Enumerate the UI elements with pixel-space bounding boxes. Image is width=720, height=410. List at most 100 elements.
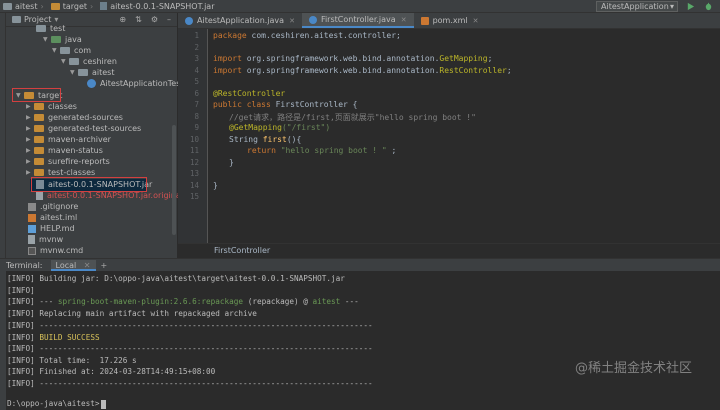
line-number: 9 — [194, 123, 199, 132]
tab-firstcontroller[interactable]: FirstController.java ✕ — [301, 13, 414, 28]
tree-item-label: java — [65, 35, 82, 44]
code-line-3: import org.springframework.web.bind.anno… — [213, 54, 493, 63]
tree-item-ceshiren[interactable]: ▼ ceshiren — [61, 56, 117, 67]
expand-arrow-icon[interactable]: ▶ — [26, 123, 34, 134]
code-line-10: String first(){ — [229, 135, 302, 144]
folder-icon — [34, 103, 44, 110]
gear-icon[interactable]: ⚙ — [151, 15, 158, 24]
tab-aitestapplication[interactable]: AitestApplication.java ✕ — [178, 13, 302, 28]
expand-arrow-icon[interactable]: ▶ — [26, 112, 34, 123]
test-class-icon — [87, 79, 96, 88]
tree-item-generated-sources[interactable]: ▶ generated-sources — [26, 112, 123, 123]
terminal-prompt[interactable]: D:\oppo-java\aitest> — [7, 399, 106, 409]
tree-item-test[interactable]: test — [36, 23, 65, 34]
line-number: 3 — [194, 54, 199, 63]
close-icon[interactable]: ✕ — [84, 261, 91, 270]
tree-item-com[interactable]: ▼ com — [52, 45, 91, 56]
expand-arrow-icon[interactable]: ▼ — [52, 45, 60, 56]
file-icon — [28, 235, 35, 244]
expand-arrow-icon[interactable]: ▶ — [26, 101, 34, 112]
tree-item-classes[interactable]: ▶ classes — [26, 101, 77, 112]
tree-item-label: mvnw — [39, 235, 64, 244]
tree-item-maven-status[interactable]: ▶ maven-status — [26, 145, 103, 156]
terminal-tool-stripe — [0, 271, 6, 410]
terminal-header: Terminal: Local ✕ + — [0, 258, 720, 271]
tree-item-surefire-reports[interactable]: ▶ surefire-reports — [26, 156, 110, 167]
folder-icon — [69, 58, 79, 65]
tree-item-label: generated-sources — [48, 113, 123, 122]
line-number: 2 — [194, 43, 199, 52]
editor-breadcrumb[interactable]: FirstController — [178, 243, 720, 257]
crumb-jar-label: aitest-0.0.1-SNAPSHOT.jar — [110, 1, 215, 11]
expand-arrow-icon[interactable]: ▶ — [26, 134, 34, 145]
terminal-line: [INFO] --- spring-boot-maven-plugin:2.6.… — [7, 297, 359, 306]
md-icon — [28, 224, 36, 233]
terminal-tab-local[interactable]: Local ✕ — [50, 259, 96, 271]
expand-arrow-icon[interactable]: ▼ — [43, 34, 51, 45]
crumb-jar[interactable]: aitest-0.0.1-SNAPSHOT.jar — [100, 1, 215, 11]
target-icon[interactable]: ⊕ — [119, 15, 126, 24]
expand-arrow-icon[interactable]: ▶ — [26, 145, 34, 156]
tree-item-generated-test-sources[interactable]: ▶ generated-test-sources — [26, 123, 141, 134]
close-icon[interactable]: ✕ — [473, 17, 479, 25]
close-icon[interactable]: ✕ — [289, 17, 295, 25]
code-line-1: package com.ceshiren.aitest.controller; — [213, 31, 401, 40]
editor-tabs: AitestApplication.java ✕ FirstController… — [178, 13, 720, 29]
folder-icon — [3, 2, 12, 10]
tree-item-aitestapplicationtest[interactable]: AitestApplicationTest — [87, 78, 184, 89]
debug-icon[interactable] — [704, 2, 713, 11]
code-line-7: public class FirstController { — [213, 100, 358, 109]
terminal-line: [INFO] Total time: 17.226 s — [7, 356, 137, 365]
close-icon[interactable]: ✕ — [401, 16, 407, 24]
folder-icon — [34, 169, 44, 176]
terminal-line: [INFO] BUILD SUCCESS — [7, 333, 100, 342]
folder-icon — [34, 147, 44, 154]
line-number: 11 — [189, 146, 199, 155]
line-number: 4 — [194, 66, 199, 75]
tree-item-label: test — [50, 24, 66, 33]
code-editor[interactable]: package com.ceshiren.aitest.controller; … — [209, 29, 720, 243]
expand-arrow-icon[interactable]: ▼ — [61, 56, 69, 67]
java-class-icon — [185, 16, 193, 25]
jar-icon — [100, 2, 108, 10]
tree-item-java[interactable]: ▼ java — [43, 34, 82, 45]
tree-item-maven-archiver[interactable]: ▶ maven-archiver — [26, 134, 111, 145]
tree-item-aitest[interactable]: ▼ aitest — [70, 67, 115, 78]
terminal-title: Terminal: — [6, 260, 43, 270]
highlight-box-target — [12, 88, 61, 102]
expand-arrow-icon[interactable]: ▶ — [26, 156, 34, 167]
hide-icon[interactable]: – — [167, 15, 171, 24]
tree-item-label: maven-archiver — [48, 135, 111, 144]
line-number-gutter: 1 2 3 4 5 6 7 8 9 10 11 12 13 14 15 — [178, 29, 208, 243]
folder-icon — [36, 25, 46, 32]
terminal-line: [INFO] Finished at: 2024-03-28T14:49:15+… — [7, 367, 216, 376]
cmd-icon — [28, 246, 36, 255]
tree-item-label: aitest.iml — [40, 213, 78, 222]
collapse-icon[interactable]: ⇅ — [135, 15, 142, 24]
tree-item-mvnw[interactable]: mvnw — [28, 234, 63, 245]
project-scrollbar[interactable] — [172, 125, 176, 235]
tree-item-aitest-iml[interactable]: aitest.iml — [28, 212, 77, 223]
crumb-target-label: target — [62, 1, 88, 11]
java-class-icon — [308, 15, 317, 24]
iml-icon — [28, 213, 36, 222]
line-number: 5 — [194, 77, 199, 86]
tree-item-label: mvnw.cmd — [40, 246, 84, 255]
run-icon[interactable] — [686, 2, 695, 11]
folder-icon — [78, 69, 88, 76]
tree-item-mvnw-cmd[interactable]: mvnw.cmd — [28, 245, 83, 256]
prompt-text: D:\oppo-java\aitest> — [7, 399, 100, 408]
expand-arrow-icon[interactable]: ▼ — [70, 67, 78, 78]
crumb-target[interactable]: target › — [50, 1, 97, 11]
navigation-bar: aitest › target › aitest-0.0.1-SNAPSHOT.… — [0, 0, 720, 13]
run-configuration-select[interactable]: AitestApplication ▾ — [596, 1, 678, 12]
tree-item-label: com — [74, 46, 92, 55]
folder-icon — [60, 47, 70, 54]
tab-pom-xml[interactable]: pom.xml ✕ — [414, 13, 486, 28]
tree-item-gitignore[interactable]: .gitignore — [28, 201, 78, 212]
line-number: 15 — [189, 192, 199, 201]
crumb-project[interactable]: aitest › — [3, 2, 47, 11]
add-icon[interactable]: + — [101, 261, 108, 270]
terminal-output[interactable]: [INFO] Building jar: D:\oppo-java\aitest… — [0, 271, 720, 410]
tree-item-help-md[interactable]: HELP.md — [28, 223, 75, 234]
